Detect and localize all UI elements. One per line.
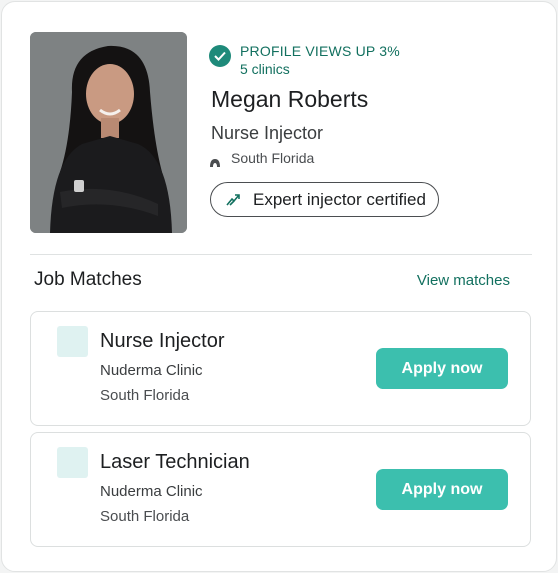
apply-now-button[interactable]: Apply now bbox=[376, 469, 508, 510]
job-matches-title: Job Matches bbox=[34, 269, 142, 290]
job-title: Nurse Injector bbox=[100, 330, 225, 352]
location-text: South Florida bbox=[231, 150, 315, 166]
status-subtitle: 5 clinics bbox=[240, 61, 290, 77]
company-logo bbox=[57, 447, 88, 478]
job-card[interactable]: Nurse Injector Nuderma Clinic South Flor… bbox=[30, 311, 531, 426]
profile-status: PROFILE VIEWS UP 3% 5 clinics bbox=[209, 42, 400, 78]
profile-photo bbox=[30, 32, 187, 233]
company-logo bbox=[57, 326, 88, 357]
job-company: Nuderma Clinic bbox=[100, 362, 203, 379]
job-card[interactable]: Laser Technician Nuderma Clinic South Fl… bbox=[30, 432, 531, 547]
job-location: South Florida bbox=[100, 508, 190, 525]
profile-role: Nurse Injector bbox=[211, 123, 324, 143]
profile-card: PROFILE VIEWS UP 3% 5 clinics Megan Robe… bbox=[1, 1, 557, 572]
job-location: South Florida bbox=[100, 387, 190, 404]
profile-name: Megan Roberts bbox=[211, 86, 369, 112]
profile-location: South Florida bbox=[210, 149, 314, 167]
section-divider bbox=[30, 254, 532, 255]
badge-label: Expert injector certified bbox=[253, 189, 426, 209]
status-title: PROFILE VIEWS UP 3% bbox=[240, 43, 400, 59]
view-matches-link[interactable]: View matches bbox=[417, 272, 510, 289]
certified-badge-icon bbox=[226, 193, 240, 206]
location-pin-icon bbox=[210, 159, 220, 167]
profile-photo-illustration bbox=[30, 32, 187, 233]
check-circle-icon bbox=[209, 45, 231, 67]
job-title: Laser Technician bbox=[100, 451, 250, 473]
apply-now-button[interactable]: Apply now bbox=[376, 348, 508, 389]
job-company: Nuderma Clinic bbox=[100, 483, 203, 500]
certification-badge: Expert injector certified bbox=[210, 182, 439, 217]
